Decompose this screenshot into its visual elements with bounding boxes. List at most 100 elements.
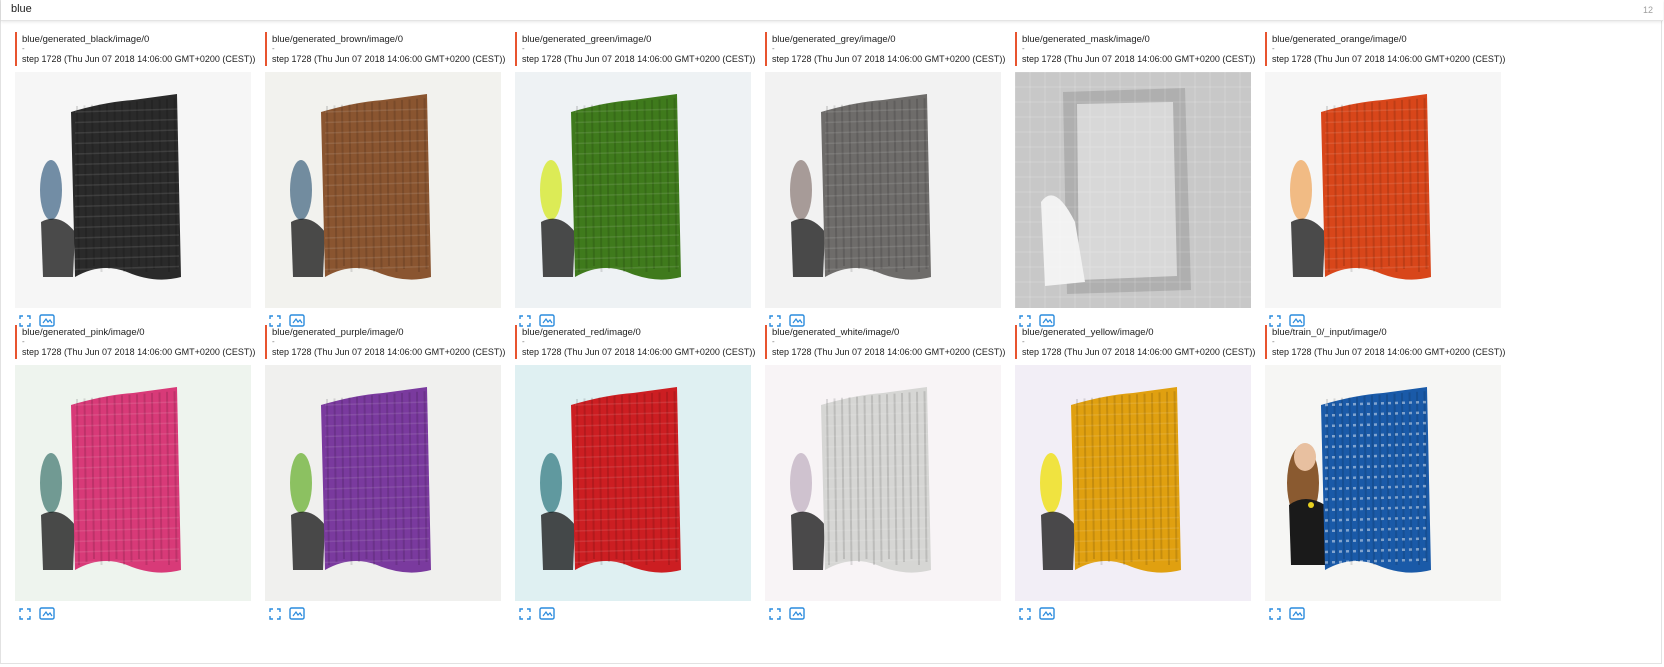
card-header: blue/generated_green/image/0- step 1728 (…	[515, 32, 755, 66]
image-card: blue/generated_grey/image/0- step 1728 (T…	[751, 32, 1005, 332]
fullscreen-icon[interactable]	[769, 608, 785, 622]
actual-size-icon[interactable]	[789, 607, 805, 621]
group-header[interactable]: blue 12	[1, 0, 1663, 21]
card-title: blue/generated_black/image/0	[22, 34, 150, 45]
card-title: blue/generated_mask/image/0	[1022, 34, 1150, 45]
group-count: 12	[1642, 5, 1653, 15]
card-title: blue/generated_orange/image/0	[1272, 34, 1407, 45]
card-title: blue/generated_yellow/image/0	[1022, 327, 1154, 338]
card-actions	[265, 607, 365, 623]
image-thumbnail	[1265, 72, 1501, 308]
card-title: blue/generated_purple/image/0	[272, 327, 404, 338]
card-image[interactable]	[15, 365, 251, 601]
card-step-label: step 1728 (Thu Jun 07 2018 14:06:00 GMT+…	[1022, 347, 1256, 357]
card-header: blue/generated_red/image/0- step 1728 (Th…	[515, 325, 755, 359]
card-image[interactable]	[265, 365, 501, 601]
image-group-panel: blue 12 blue/generated_black/image/0- ste…	[0, 0, 1663, 664]
card-title: blue/generated_white/image/0	[772, 327, 900, 338]
actual-size-icon[interactable]	[289, 607, 305, 621]
image-thumbnail	[1265, 365, 1501, 601]
card-image[interactable]	[15, 72, 251, 308]
card-run-separator: -	[22, 44, 25, 53]
card-title: blue/generated_pink/image/0	[22, 327, 145, 338]
actual-size-icon[interactable]	[539, 607, 555, 621]
card-run-separator: -	[522, 44, 525, 53]
image-card: blue/train_0/_input/image/0- step 1728 (T…	[1251, 325, 1505, 625]
image-card: blue/generated_black/image/0- step 1728 (…	[1, 32, 255, 332]
image-card: blue/generated_purple/image/0- step 1728 …	[251, 325, 505, 625]
image-card: blue/generated_red/image/0- step 1728 (Th…	[501, 325, 755, 625]
actual-size-icon[interactable]	[1039, 607, 1055, 621]
card-header: blue/generated_black/image/0- step 1728 (…	[15, 32, 255, 66]
card-image[interactable]	[1265, 72, 1501, 308]
fullscreen-icon[interactable]	[269, 608, 285, 622]
card-header: blue/generated_pink/image/0- step 1728 (T…	[15, 325, 255, 359]
actual-size-icon[interactable]	[1289, 607, 1305, 621]
card-header: blue/generated_yellow/image/0- step 1728 …	[1015, 325, 1255, 359]
card-actions	[515, 607, 615, 623]
card-title: blue/train_0/_input/image/0	[1272, 327, 1387, 338]
card-actions	[765, 607, 865, 623]
image-card: blue/generated_yellow/image/0- step 1728 …	[1001, 325, 1255, 625]
card-image[interactable]	[765, 365, 1001, 601]
card-step-label: step 1728 (Thu Jun 07 2018 14:06:00 GMT+…	[272, 54, 506, 64]
card-actions	[1015, 607, 1115, 623]
card-header: blue/generated_purple/image/0- step 1728 …	[265, 325, 505, 359]
card-run-separator: -	[1022, 44, 1025, 53]
card-image[interactable]	[1015, 365, 1251, 601]
card-header: blue/train_0/_input/image/0- step 1728 (T…	[1265, 325, 1505, 359]
card-title: blue/generated_red/image/0	[522, 327, 641, 338]
image-card: blue/generated_brown/image/0- step 1728 (…	[251, 32, 505, 332]
fullscreen-icon[interactable]	[19, 608, 35, 622]
card-run-separator: -	[272, 44, 275, 53]
card-title: blue/generated_green/image/0	[522, 34, 652, 45]
card-actions	[15, 607, 115, 623]
card-title: blue/generated_grey/image/0	[772, 34, 896, 45]
card-image[interactable]	[265, 72, 501, 308]
fullscreen-icon[interactable]	[1019, 608, 1035, 622]
image-thumbnail	[265, 365, 501, 601]
card-run-separator: -	[522, 337, 525, 346]
image-thumbnail	[765, 365, 1001, 601]
card-image[interactable]	[515, 365, 751, 601]
image-card: blue/generated_orange/image/0- step 1728 …	[1251, 32, 1505, 332]
fullscreen-icon[interactable]	[519, 608, 535, 622]
image-thumbnail	[265, 72, 501, 308]
card-image[interactable]	[1015, 72, 1251, 308]
card-step-label: step 1728 (Thu Jun 07 2018 14:06:00 GMT+…	[22, 347, 256, 357]
image-card: blue/generated_white/image/0- step 1728 (…	[751, 325, 1005, 625]
card-run-separator: -	[1272, 337, 1275, 346]
image-thumbnail	[515, 365, 751, 601]
card-run-separator: -	[772, 44, 775, 53]
image-card: blue/generated_mask/image/0- step 1728 (T…	[1001, 32, 1255, 332]
card-header: blue/generated_white/image/0- step 1728 (…	[765, 325, 1005, 359]
image-thumbnail	[15, 72, 251, 308]
group-name: blue	[11, 3, 32, 15]
card-run-separator: -	[272, 337, 275, 346]
card-step-label: step 1728 (Thu Jun 07 2018 14:06:00 GMT+…	[1272, 54, 1506, 64]
card-header: blue/generated_orange/image/0- step 1728 …	[1265, 32, 1505, 66]
card-image[interactable]	[1265, 365, 1501, 601]
image-thumbnail	[1015, 72, 1251, 308]
card-image[interactable]	[765, 72, 1001, 308]
image-thumbnail	[765, 72, 1001, 308]
image-card: blue/generated_pink/image/0- step 1728 (T…	[1, 325, 255, 625]
card-step-label: step 1728 (Thu Jun 07 2018 14:06:00 GMT+…	[272, 347, 506, 357]
card-run-separator: -	[772, 337, 775, 346]
card-image[interactable]	[515, 72, 751, 308]
card-run-separator: -	[1022, 337, 1025, 346]
card-header: blue/generated_mask/image/0- step 1728 (T…	[1015, 32, 1255, 66]
card-step-label: step 1728 (Thu Jun 07 2018 14:06:00 GMT+…	[1272, 347, 1506, 357]
fullscreen-icon[interactable]	[1269, 608, 1285, 622]
card-step-label: step 1728 (Thu Jun 07 2018 14:06:00 GMT+…	[772, 347, 1006, 357]
card-header: blue/generated_grey/image/0- step 1728 (T…	[765, 32, 1005, 66]
card-run-separator: -	[22, 337, 25, 346]
card-title: blue/generated_brown/image/0	[272, 34, 403, 45]
image-card: blue/generated_green/image/0- step 1728 (…	[501, 32, 755, 332]
actual-size-icon[interactable]	[39, 607, 55, 621]
card-header: blue/generated_brown/image/0- step 1728 (…	[265, 32, 505, 66]
card-step-label: step 1728 (Thu Jun 07 2018 14:06:00 GMT+…	[1022, 54, 1256, 64]
image-thumbnail	[515, 72, 751, 308]
image-thumbnail	[15, 365, 251, 601]
card-step-label: step 1728 (Thu Jun 07 2018 14:06:00 GMT+…	[522, 54, 756, 64]
